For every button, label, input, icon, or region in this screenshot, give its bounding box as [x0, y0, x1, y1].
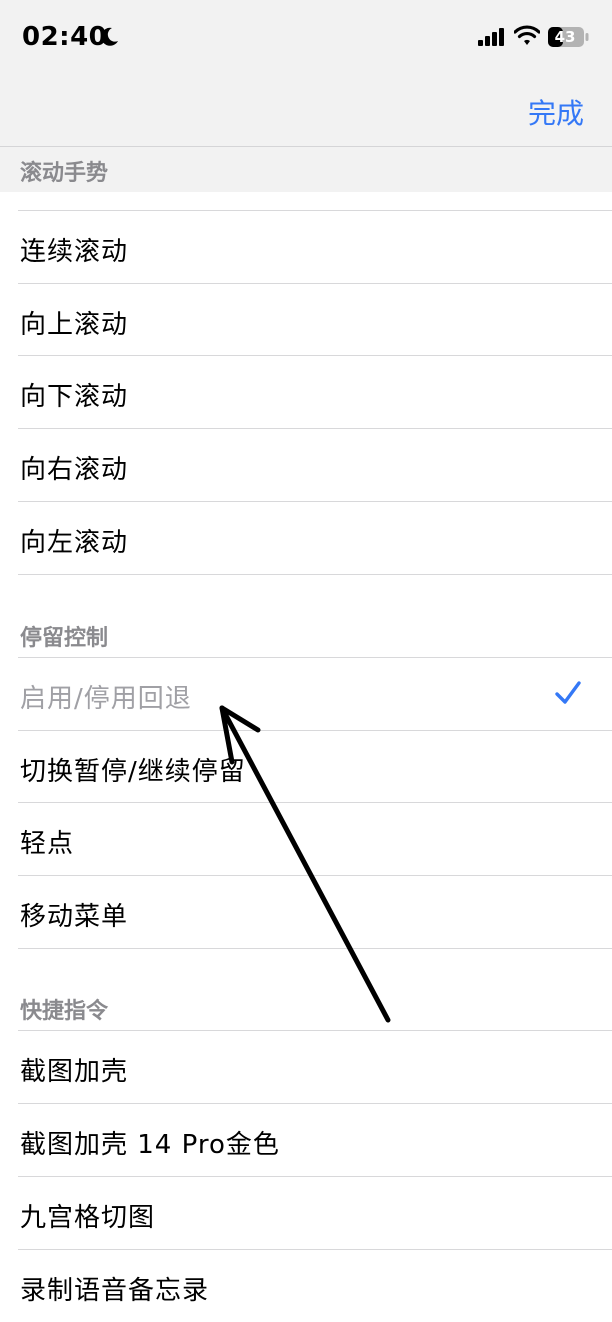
list-item-label: 向上滚动	[20, 310, 129, 340]
list-item[interactable]: 向下滚动	[0, 356, 612, 428]
wifi-icon	[514, 25, 540, 45]
status-bar: 02:40 43	[0, 0, 612, 78]
list-item-label: 录制语音备忘录	[20, 1276, 210, 1306]
section-header-scroll-gestures: 滚动手势	[0, 147, 612, 192]
list-item[interactable]: 移动菜单	[0, 876, 612, 948]
list-item[interactable]: 九宫格切图	[0, 1177, 612, 1249]
list-item-label: 移动菜单	[20, 902, 129, 932]
list-item-label: 向左滚动	[20, 528, 129, 558]
list-item[interactable]: 轻点	[0, 803, 612, 875]
list-item-label: 切换暂停/继续停留	[20, 757, 246, 787]
list-item[interactable]: 连续滚动	[0, 211, 612, 283]
checkmark-icon	[555, 681, 581, 704]
list-item[interactable]: 切换暂停/继续停留	[0, 731, 612, 803]
navigation-bar: 完成	[0, 78, 612, 147]
section-title: 停留控制	[20, 626, 109, 651]
list-item-label: 向右滚动	[20, 455, 129, 485]
divider	[18, 948, 612, 949]
list-item-label: 截图加壳	[20, 1057, 129, 1087]
section-title: 滚动手势	[20, 161, 109, 186]
list-item-label: 向下滚动	[20, 382, 129, 412]
list-item-label: 启用/停用回退	[20, 684, 192, 714]
list-item[interactable]: 录制语音备忘录	[0, 1250, 612, 1322]
list-item-label: 轻点	[20, 829, 75, 859]
list-item-label: 截图加壳 14 Pro金色	[20, 1130, 280, 1160]
list-item-label: 连续滚动	[20, 237, 129, 267]
moon-icon	[101, 27, 118, 46]
list-item-label: 九宫格切图	[20, 1203, 156, 1233]
list-item[interactable]: 截图加壳 14 Pro金色	[0, 1104, 612, 1176]
section-title: 快捷指令	[20, 999, 109, 1024]
done-button[interactable]: 完成	[528, 92, 584, 132]
list-item[interactable]: 向上滚动	[0, 284, 612, 356]
divider	[18, 574, 612, 575]
battery-level: 43	[554, 28, 576, 46]
list-item[interactable]: 向右滚动	[0, 429, 612, 501]
list-item[interactable]: 向左滚动	[0, 502, 612, 574]
cellular-signal-icon	[478, 28, 504, 46]
status-time: 02:40	[22, 22, 108, 52]
list-item[interactable]: 截图加壳	[0, 1031, 612, 1103]
list-item-selected[interactable]: 启用/停用回退	[0, 658, 612, 730]
